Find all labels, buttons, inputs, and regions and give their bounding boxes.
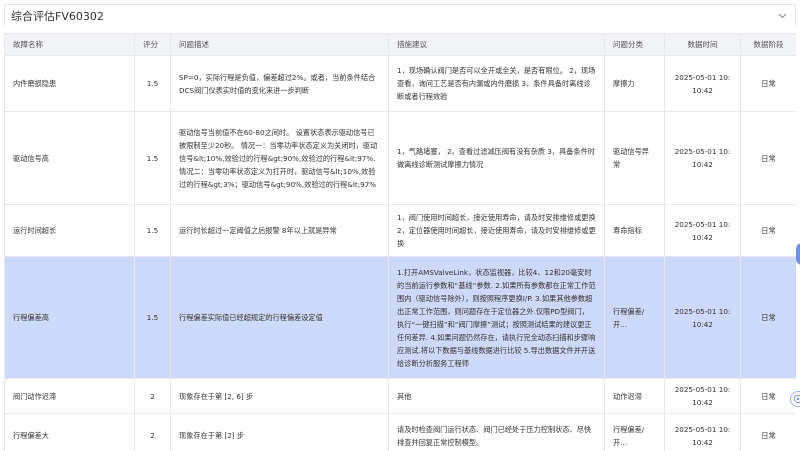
cell-score: 2 [134,378,171,414]
column-header[interactable]: 数据阶段 [740,33,796,56]
table-row[interactable]: 运行时间超长 1.5 运行时长超过一定阈值之后报警 8年以上就是异常 1，阀门使… [4,204,796,257]
cell-advice: 请及时检查阀门运行状态、阀门已经处于压力控制状态、尽快排查并回复正常控制模型。 [388,413,605,451]
cell-time: 2025-05-01 10:10:42 [664,378,741,414]
cell-time: 2025-05-01 10:10:42 [664,413,741,451]
table-row[interactable]: 驱动信号高 1.5 驱动信号当前值不在60-80之间时。 设置状态表示驱动信号已… [4,111,796,205]
cell-fault-name: 内件磨损隐患 [4,55,135,112]
cell-category: 摩擦力 [604,55,665,112]
cell-time: 2025-05-01 10:10:42 [664,111,741,205]
column-header[interactable]: 问题描述 [170,33,389,56]
cell-fault-name: 驱动信号高 [4,111,135,205]
help-circle-icon[interactable] [790,391,800,407]
cell-score: 1.5 [134,111,171,205]
cell-category: 动作迟滞 [604,378,665,414]
cell-time: 2025-05-01 10:10:42 [664,256,741,379]
column-header[interactable]: 数据时间 [664,33,741,56]
cell-category: 驱动信号异常 [604,111,665,205]
cell-category: 行程偏差/开... [604,413,665,451]
cell-fault-name: 阀门动作迟滞 [4,378,135,414]
cell-description: 现象存在于第 [2] 步 [170,413,389,451]
table-row[interactable]: 行程偏差大 2 现象存在于第 [2] 步 请及时检查阀门运行状态、阀门已经处于压… [4,413,796,451]
table-row[interactable]: 阀门动作迟滞 2 现象存在于第 [2, 6] 步 其他 动作迟滞 2025-05… [4,378,796,414]
cell-time: 2025-05-01 10:10:42 [664,204,741,257]
cell-score: 1.5 [134,256,171,379]
cell-advice: 1，现场确认阀门是否可以全开或全关，是否有限位。 2，现场查看，询问工艺是否有内… [388,55,605,112]
side-drawer-handle[interactable] [796,243,800,265]
cell-score: 2 [134,413,171,451]
cell-description: 行程偏差实际值已经超规定的行程偏差设定值 [170,256,389,379]
cell-stage: 日常 [740,111,796,205]
cell-fault-name: 行程偏差高 [4,256,135,379]
table-header-row: 故障名称 评分 问题描述 措施建议 问题分类 数据时间 数据阶段 [4,33,796,56]
cell-score: 1.5 [134,55,171,112]
cell-description: 现象存在于第 [2, 6] 步 [170,378,389,414]
cell-stage: 日常 [740,204,796,257]
table-row-selected[interactable]: 行程偏差高 1.5 行程偏差实际值已经超规定的行程偏差设定值 1.打开AMSVa… [4,256,796,379]
column-header[interactable]: 评分 [134,33,171,56]
cell-stage: 日常 [740,413,796,451]
cell-advice: 1，气路堵塞， 2，查看过滤减压阀有没有杂质 3，具备条件时做离线诊断测试摩擦力… [388,111,605,205]
evaluation-table-container[interactable]: 故障名称 评分 问题描述 措施建议 问题分类 数据时间 数据阶段 内件磨损隐患 … [4,33,796,451]
cell-description: 驱动信号当前值不在60-80之间时。 设置状态表示驱动信号已被限制至少20秒。 … [170,111,389,205]
cell-category: 寿命指标 [604,204,665,257]
cell-description: SP=0，实际行程是负值，偏差超过2%。或者，当前条件结合DCS阀门仪表实时值的… [170,55,389,112]
cell-category: 行程偏差/开... [604,256,665,379]
cell-description: 运行时长超过一定阈值之后报警 8年以上就是异常 [170,204,389,257]
panel-header[interactable]: 综合评估FV60302 [4,4,796,26]
cell-stage: 日常 [740,378,796,414]
panel-title: 综合评估FV60302 [11,9,104,23]
cell-fault-name: 行程偏差大 [4,413,135,451]
cell-fault-name: 运行时间超长 [4,204,135,257]
cell-score: 1.5 [134,204,171,257]
column-header[interactable]: 故障名称 [4,33,135,56]
cell-advice: 1，阀门使用时间超长，接近使用寿命，请及时安排维修或更换 2，定位器使用时间超长… [388,204,605,257]
evaluation-table: 故障名称 评分 问题描述 措施建议 问题分类 数据时间 数据阶段 内件磨损隐患 … [4,33,796,451]
cell-advice: 其他 [388,378,605,414]
cell-time: 2025-05-01 10:10:42 [664,55,741,112]
cell-advice: 1.打开AMSValveLink，状态监视器，比较4、12和20毫安时的当前运行… [388,256,605,379]
table-row[interactable]: 内件磨损隐患 1.5 SP=0，实际行程是负值，偏差超过2%。或者，当前条件结合… [4,55,796,112]
cell-stage: 日常 [740,256,796,379]
column-header[interactable]: 措施建议 [388,33,605,56]
column-header[interactable]: 问题分类 [604,33,665,56]
cell-stage: 日常 [740,55,796,112]
chevron-down-icon[interactable] [777,11,787,21]
